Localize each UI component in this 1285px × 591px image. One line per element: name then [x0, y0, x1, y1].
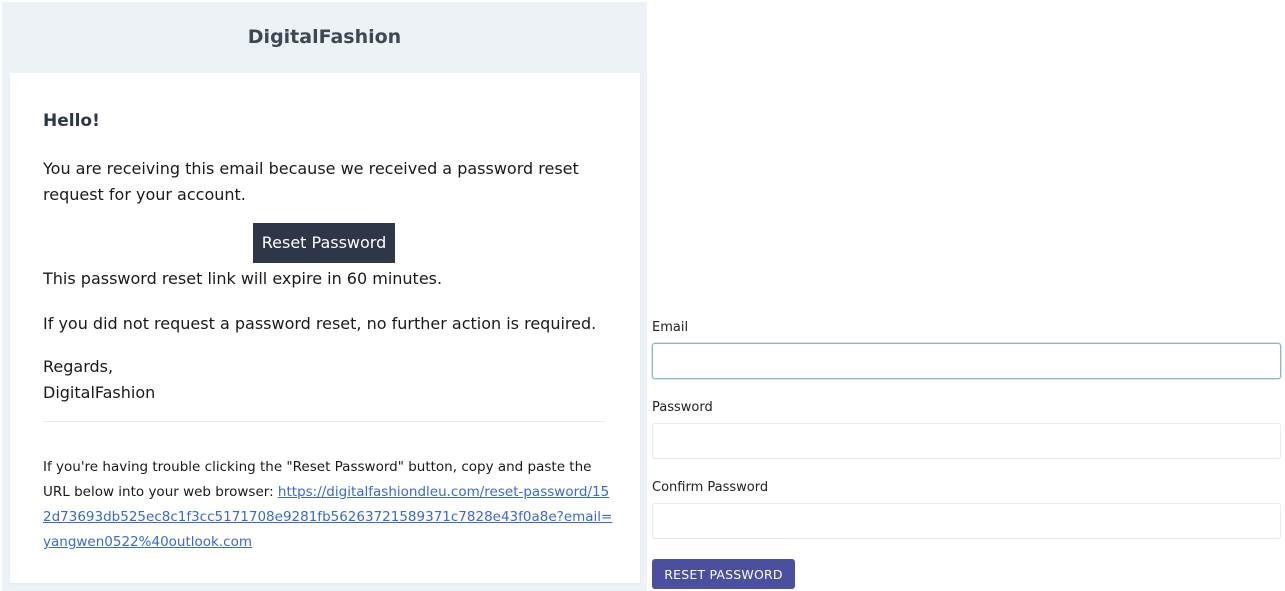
password-input[interactable]	[652, 423, 1281, 459]
email-preview-pane: DigitalFashion Hello! You are receiving …	[2, 2, 647, 591]
reset-password-submit-button[interactable]: RESET PASSWORD	[652, 559, 795, 589]
confirm-password-input[interactable]	[652, 503, 1281, 539]
email-label: Email	[652, 320, 689, 335]
email-greeting: Hello!	[43, 111, 100, 131]
email-divider	[43, 421, 605, 422]
email-expire-text: This password reset link will expire in …	[43, 269, 443, 288]
email-subcopy: If you're having trouble clicking the "R…	[43, 455, 613, 555]
email-header: DigitalFashion	[2, 2, 647, 72]
confirm-password-label: Confirm Password	[652, 480, 769, 495]
email-regards: Regards,	[43, 357, 114, 376]
email-sign-off: Regards, DigitalFashion	[43, 354, 613, 406]
email-input[interactable]	[652, 343, 1281, 379]
email-intro-text: You are receiving this email because we …	[43, 159, 579, 204]
password-label: Password	[652, 400, 713, 415]
email-card: Hello! You are receiving this email beca…	[10, 73, 640, 583]
reset-button-wrapper: Reset Password	[43, 223, 605, 263]
email-no-action-text: If you did not request a password reset,…	[43, 314, 597, 333]
email-signature: DigitalFashion	[43, 383, 156, 402]
reset-password-form: Email Password Confirm Password RESET PA…	[652, 0, 1281, 591]
brand-title[interactable]: DigitalFashion	[248, 26, 401, 48]
email-reset-password-button[interactable]: Reset Password	[252, 223, 396, 263]
